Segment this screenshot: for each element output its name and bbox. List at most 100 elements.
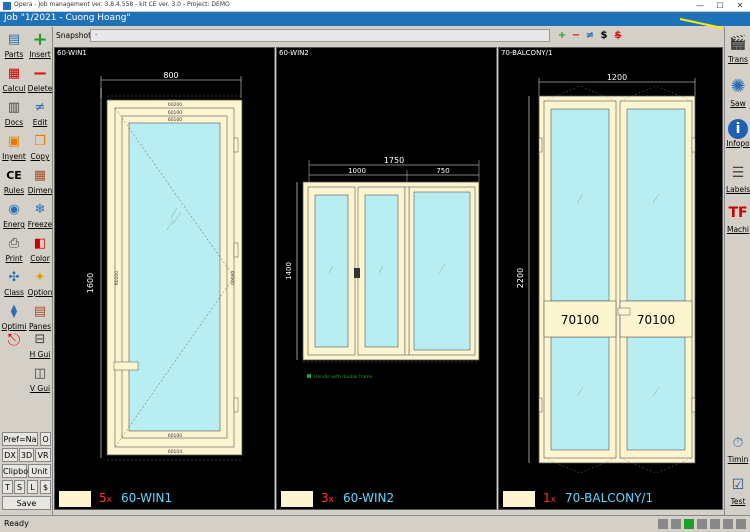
- profile-label: 60100: [168, 110, 182, 116]
- minimize-button[interactable]: —: [690, 0, 710, 12]
- snapshot-noprice-button[interactable]: $: [612, 29, 624, 42]
- insert-button[interactable]: + Insert: [27, 29, 53, 61]
- parts-button[interactable]: ▤ Parts: [1, 29, 27, 61]
- calculator-icon: ▦: [7, 66, 21, 81]
- profile-label: 60100: [229, 271, 235, 285]
- position-panel-1[interactable]: 60-WIN1 800 1600 60200 60100 60100 60104…: [54, 47, 275, 510]
- print-button[interactable]: ⎙ Print: [1, 233, 27, 265]
- left-width-dimension: 1000: [348, 167, 366, 175]
- option-button[interactable]: ✦ Option: [27, 267, 53, 299]
- palette-icon: ◧: [33, 236, 47, 251]
- snapshot-bar: Snapshot: - + − ≠ $ $: [54, 28, 724, 44]
- labels-button[interactable]: ☰ Labels: [726, 159, 750, 201]
- o-button[interactable]: O: [40, 432, 51, 446]
- status-icon-7[interactable]: [736, 519, 746, 529]
- h-gui-button[interactable]: ⊟ H Gui: [27, 329, 53, 361]
- ce-mark-icon: CE: [6, 169, 22, 182]
- status-icon-2[interactable]: [671, 519, 681, 529]
- status-bar: Ready: [0, 515, 750, 532]
- panel-header: 70-BALCONY/1: [501, 49, 553, 57]
- panel-header: 60-WIN2: [279, 49, 309, 57]
- panes-icon: ▤: [33, 304, 47, 319]
- infopo-button[interactable]: i Infopo: [726, 117, 750, 159]
- class-button[interactable]: ✣ Class: [1, 267, 27, 299]
- snapshot-price-button[interactable]: $: [598, 29, 610, 42]
- height-dimension: 1600: [86, 273, 95, 293]
- position-name: 60-WIN2: [343, 491, 395, 505]
- snapshot-remove-button[interactable]: −: [570, 29, 582, 42]
- inventory-button[interactable]: ▣ Inyent: [1, 131, 27, 163]
- dx-button[interactable]: DX: [2, 448, 18, 462]
- height-dimension: 1400: [285, 262, 293, 280]
- close-button[interactable]: ✕: [730, 0, 750, 12]
- energ-button[interactable]: ◉ Energ: [1, 199, 27, 231]
- clipboard-button[interactable]: Clipbo: [2, 464, 28, 478]
- height-dimension: 2200: [516, 268, 525, 288]
- snapshot-edit-button[interactable]: ≠: [584, 29, 596, 42]
- exit-button[interactable]: ⎋: [1, 329, 27, 361]
- clapperboard-icon: 🎬: [729, 35, 747, 51]
- profile-label: 60104: [168, 449, 182, 455]
- window-drawing-60-win2[interactable]: 1750 1000 750 1400 Handle with double fr…: [277, 58, 496, 496]
- timin-button[interactable]: ⏱ Timin: [726, 429, 750, 471]
- panel-header: 60-WIN1: [57, 49, 87, 57]
- window-controls: — ☐ ✕: [690, 0, 750, 12]
- delete-button[interactable]: − Delete: [27, 63, 53, 95]
- freeze-button[interactable]: ❄ Freeze: [27, 199, 53, 231]
- status-icon-5[interactable]: [710, 519, 720, 529]
- rules-button[interactable]: CE Rules: [1, 165, 27, 197]
- trans-button[interactable]: 🎬 Trans: [726, 29, 750, 71]
- status-icon-6[interactable]: [723, 519, 733, 529]
- freeze-icon: ❄: [34, 202, 46, 217]
- snapshot-label: Snapshot:: [56, 31, 94, 40]
- v-gui-button[interactable]: ◫ V Gui: [27, 363, 53, 395]
- app-title: Opera - Job management ver. 3.8.4.558 - …: [14, 1, 230, 8]
- test-button[interactable]: ☑ Test: [726, 471, 750, 513]
- 3d-button[interactable]: 3D: [19, 448, 34, 462]
- snapshot-select[interactable]: -: [90, 29, 550, 42]
- exit-icon: ⎋: [7, 330, 21, 349]
- wand-icon: ✦: [34, 270, 46, 285]
- vr-button[interactable]: VR: [35, 448, 51, 462]
- calcul-button[interactable]: ▦ Calcul: [1, 63, 27, 95]
- inventory-icon: ▣: [7, 134, 21, 149]
- dimen-button[interactable]: ▦ Dimen: [27, 165, 53, 197]
- snapshot-add-button[interactable]: +: [556, 29, 568, 42]
- window-drawing-70-balcony[interactable]: 1200 2200 70100 70100: [499, 58, 722, 496]
- status-icon-3[interactable]: [684, 519, 694, 529]
- maximize-button[interactable]: ☐: [710, 0, 730, 12]
- profile-label: 60200: [168, 102, 182, 108]
- optimize-icon: ⧫: [10, 304, 18, 319]
- position-name: 60-WIN1: [121, 491, 173, 505]
- total-width-dimension: 1750: [384, 156, 404, 165]
- dollar-button[interactable]: $: [40, 480, 51, 494]
- position-panel-3[interactable]: 70-BALCONY/1 1200 2200 70100 70100 1x 70…: [498, 47, 723, 510]
- labels-icon: ☰: [731, 165, 745, 181]
- right-toolbar: 🎬 Trans ✺ Saw i Infopo ☰ Labels TF Machi ⏱ Tim…: [724, 27, 750, 515]
- pref-button[interactable]: Pref=Na: [2, 432, 38, 446]
- width-dimension: 1200: [607, 73, 627, 82]
- t-button[interactable]: T: [2, 480, 13, 494]
- unit-button[interactable]: Unit: [28, 464, 51, 478]
- docs-button[interactable]: ▥ Docs: [1, 97, 27, 129]
- window-drawing-60-win1[interactable]: 800 1600 60200 60100 60100 60104 60100 6…: [55, 58, 274, 496]
- color-swatch: [281, 491, 313, 507]
- drawing-note: Handle with double frame: [314, 374, 373, 380]
- status-icon-1[interactable]: [658, 519, 668, 529]
- color-button[interactable]: ◧ Color: [27, 233, 53, 265]
- profile-label: 60100: [168, 433, 182, 439]
- s-button[interactable]: S: [14, 480, 25, 494]
- copy-button[interactable]: ❐ Copy: [27, 131, 53, 163]
- profile-label: 60100: [168, 117, 182, 123]
- profile-label: 60100: [114, 271, 120, 285]
- position-panel-2[interactable]: 60-WIN2 1750 1000 750 1400 Handle with d…: [276, 47, 497, 510]
- save-button[interactable]: Save: [2, 496, 51, 510]
- title-bar: Opera - Job management ver. 3.8.4.558 - …: [0, 0, 750, 12]
- edit-button[interactable]: ≠ Edit: [27, 97, 53, 129]
- saw-button[interactable]: ✺ Saw: [726, 73, 750, 115]
- machi-button[interactable]: TF Machi: [726, 199, 750, 241]
- l-button[interactable]: L: [27, 480, 38, 494]
- app-icon: [3, 2, 11, 10]
- panel-footer: 3x 60-WIN2: [277, 487, 496, 509]
- status-icon-4[interactable]: [697, 519, 707, 529]
